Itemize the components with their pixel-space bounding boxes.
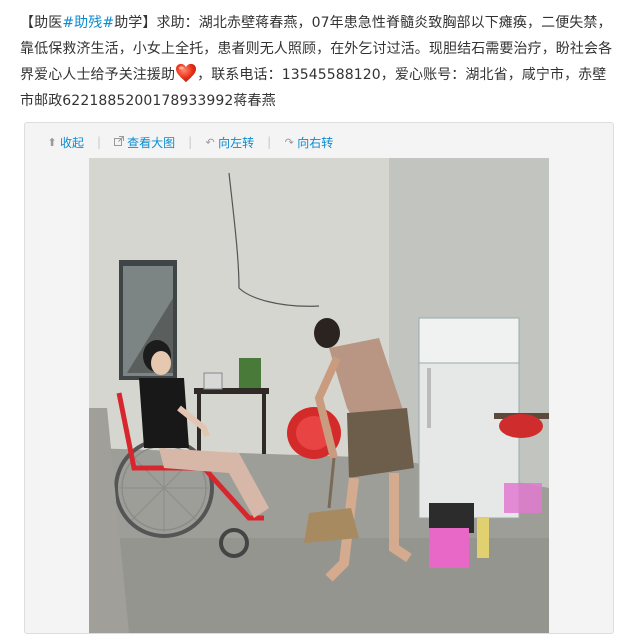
- rotate-right-label: 向右转: [297, 135, 334, 150]
- hashtag-link[interactable]: #助残#: [62, 15, 114, 31]
- separator: |: [267, 135, 272, 149]
- separator: |: [188, 135, 193, 149]
- media-expanded-box: ⬆ 收起 | 查看大图 | ↶ 向左转 | ↷ 向右转: [24, 122, 614, 634]
- external-view-icon: [114, 135, 125, 149]
- separator: |: [97, 135, 102, 149]
- rotate-right-icon: ↷: [284, 135, 294, 149]
- collapse-button[interactable]: ⬆ 收起: [47, 134, 84, 151]
- rotate-left-icon: ↶: [205, 135, 215, 149]
- heart-icon: [176, 63, 197, 83]
- arrow-up-icon: ⬆: [47, 135, 57, 149]
- rotate-right-button[interactable]: ↷ 向右转: [284, 134, 334, 151]
- post-photo[interactable]: [89, 158, 549, 633]
- view-large-button[interactable]: 查看大图: [114, 134, 175, 151]
- rotate-left-label: 向左转: [218, 135, 255, 150]
- photo-scene: [89, 158, 549, 633]
- rotate-left-button[interactable]: ↶ 向左转: [205, 134, 255, 151]
- post-text-part: 【助医: [20, 15, 63, 31]
- view-large-label: 查看大图: [127, 135, 176, 150]
- media-toolbar: ⬆ 收起 | 查看大图 | ↶ 向左转 | ↷ 向右转: [47, 132, 333, 152]
- collapse-label: 收起: [60, 135, 85, 150]
- post-text: 【助医#助残#助学】求助：湖北赤壁蒋春燕，07年患急性脊髓炎致胸部以下瘫痪，二便…: [20, 10, 618, 114]
